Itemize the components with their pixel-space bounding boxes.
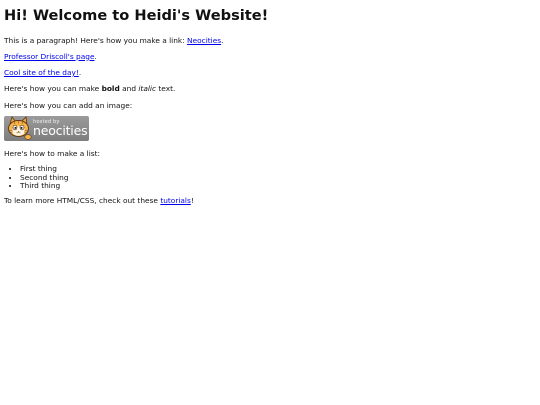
intro-paragraph: This is a paragraph! Here's how you make… [4,36,536,45]
list-item: Second thing [20,173,536,183]
cool-site-link[interactable]: Cool site of the day! [4,68,79,77]
footer-suffix: ! [190,195,194,205]
formatting-middle: and [119,84,139,94]
formatting-suffix: text. [156,84,176,94]
intro-suffix: . [221,35,224,45]
page-title: Hi! Welcome to Heidi's Website! [4,7,269,24]
footer-paragraph: To learn more HTML/CSS, check out these … [4,196,536,205]
page-content: Hi! Welcome to Heidi's Website! This is … [0,0,540,205]
neocities-cat-icon [8,115,32,140]
italic-text: italic [138,84,157,94]
list-intro: Here's how to make a list: [4,148,100,158]
cool-site-suffix: . [78,68,82,77]
formatting-prefix: Here's how you can make [4,84,102,94]
bold-text: bold [101,84,120,94]
hosted-by-neocities-badge: hosted by neocities [4,115,89,141]
intro-text: This is a paragraph! Here's how you make… [4,35,188,45]
bullet-list: First thing Second thing Third thing [4,164,536,191]
list-item: First thing [20,164,536,174]
formatting-paragraph: Here's how you can make bold and italic … [4,84,536,93]
tutorials-link[interactable]: tutorials [160,196,191,205]
professor-paragraph: Professor Driscoll's page. [4,52,536,61]
badge-neocities-logo-text: neocities [33,122,88,138]
professor-suffix: . [94,51,97,61]
professor-driscoll-link[interactable]: Professor Driscoll's page [4,52,95,61]
image-intro: Here's how you can add an image: [4,100,133,110]
cool-site-paragraph: Cool site of the day!. [4,68,536,77]
list-item: Third thing [20,182,536,191]
footer-prefix: To learn more HTML/CSS, check out these [4,195,161,205]
neocities-link[interactable]: Neocities [187,36,221,45]
